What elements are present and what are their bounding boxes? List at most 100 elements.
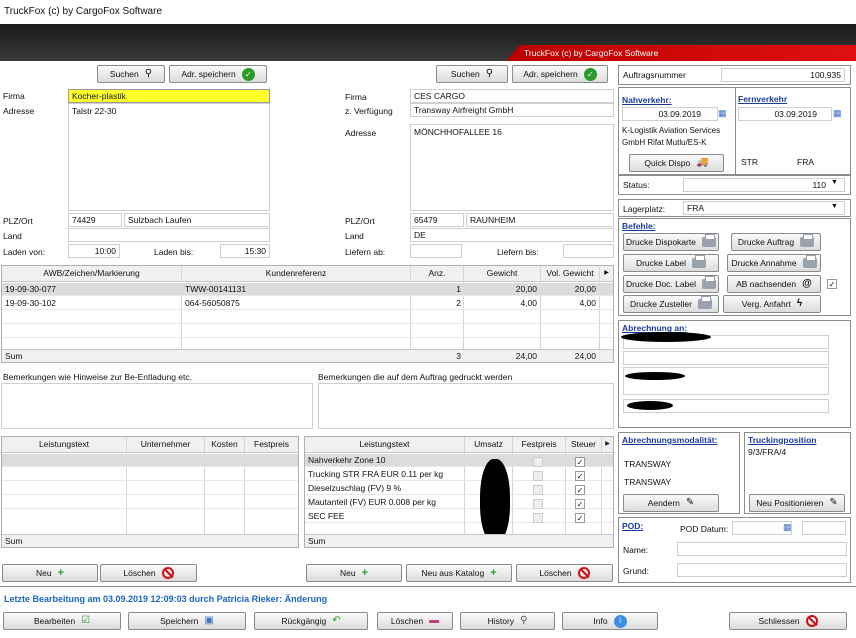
revenue-table[interactable]: Leistungstext Umsatz Festpreis Steuer ▶ … bbox=[304, 436, 614, 548]
col-leistungstext[interactable]: Leistungstext bbox=[305, 437, 465, 453]
shipper-plz-input[interactable]: 74429 bbox=[68, 213, 122, 227]
fernverkehr-date-input[interactable]: 03.09.2019 bbox=[738, 107, 832, 121]
history-button[interactable]: History ⚲ bbox=[460, 612, 555, 630]
revenue-new-button[interactable]: Neu + bbox=[306, 564, 402, 582]
festpreis-checkbox[interactable] bbox=[533, 471, 543, 481]
consignee-search-button[interactable]: Suchen ⚲ bbox=[436, 65, 508, 83]
ab-nachsenden-checkbox[interactable]: ✓ bbox=[827, 279, 837, 289]
laden-von-input[interactable]: 10:00 bbox=[68, 244, 120, 258]
shipper-adresse-input[interactable]: Talstr 22-30 bbox=[68, 103, 270, 211]
pod-grund-input[interactable] bbox=[677, 563, 847, 577]
chevron-down-icon[interactable]: ▼ bbox=[831, 179, 838, 186]
table-row[interactable] bbox=[2, 496, 298, 509]
drucke-dispokarte-button[interactable]: Drucke Dispokarte bbox=[623, 233, 719, 251]
festpreis-checkbox[interactable] bbox=[533, 513, 543, 523]
consignee-zverf-input[interactable]: Transway Airfreight GmbH bbox=[410, 103, 614, 117]
liefern-bis-input[interactable] bbox=[563, 244, 614, 258]
ab-nachsenden-button[interactable]: AB nachsenden @ bbox=[727, 275, 821, 293]
scroll-right-icon[interactable]: ▶ bbox=[600, 266, 613, 282]
verg-anfahrt-button[interactable]: Verg. Anfahrt ϟ bbox=[723, 295, 821, 313]
table-row[interactable] bbox=[2, 325, 613, 338]
rueckgaengig-button[interactable]: Rückgängig ↶ bbox=[254, 612, 368, 630]
shipper-ort-input[interactable]: Sulzbach Laufen bbox=[124, 213, 270, 227]
steuer-checkbox[interactable]: ✓ bbox=[575, 471, 585, 481]
items-table[interactable]: AWB/Zeichen/Markierung Kundenreferenz An… bbox=[1, 265, 614, 363]
remarks-left-input[interactable] bbox=[1, 383, 313, 429]
table-row[interactable] bbox=[2, 454, 298, 467]
nahverkehr-date-input[interactable]: 03.09.2019 bbox=[622, 107, 718, 121]
col-festpreis[interactable]: Festpreis bbox=[245, 437, 298, 453]
loeschen-button[interactable]: Löschen ▬ bbox=[377, 612, 453, 630]
drucke-doc-label-button[interactable]: Drucke Doc. Label bbox=[623, 275, 719, 293]
neu-positionieren-button[interactable]: Neu Positionieren ✎ bbox=[749, 494, 845, 512]
col-gewicht[interactable]: Gewicht bbox=[464, 266, 541, 282]
quick-dispo-button[interactable]: Quick Dispo 🚚 bbox=[629, 154, 724, 172]
festpreis-checkbox[interactable] bbox=[533, 499, 543, 509]
col-anz[interactable]: Anz. bbox=[411, 266, 464, 282]
chevron-down-icon[interactable]: ▼ bbox=[831, 203, 838, 210]
consignee-land-input[interactable]: DE bbox=[410, 228, 614, 242]
fernverkehr-link[interactable]: Fernverkehr bbox=[738, 94, 787, 104]
drucke-zusteller-button[interactable]: Drucke Zusteller bbox=[623, 295, 719, 313]
costs-table[interactable]: Leistungstext Unternehmer Kosten Festpre… bbox=[1, 436, 299, 548]
steuer-checkbox[interactable]: ✓ bbox=[575, 485, 585, 495]
calendar-icon[interactable]: ▦ bbox=[783, 522, 792, 533]
consignee-save-address-button[interactable]: Adr. speichern ✓ bbox=[512, 65, 608, 83]
col-leistungstext[interactable]: Leistungstext bbox=[2, 437, 127, 453]
consignee-plz-input[interactable]: 65479 bbox=[410, 213, 464, 227]
steuer-checkbox[interactable]: ✓ bbox=[575, 513, 585, 523]
festpreis-checkbox[interactable] bbox=[533, 457, 543, 467]
lagerplatz-select[interactable]: FRA bbox=[683, 201, 845, 215]
costs-delete-button[interactable]: Löschen bbox=[100, 564, 197, 582]
consignee-ort-input[interactable]: RAUNHEIM bbox=[466, 213, 614, 227]
pod-time-input[interactable] bbox=[802, 521, 846, 535]
pod-name-input[interactable] bbox=[677, 542, 847, 556]
col-kundenreferenz[interactable]: Kundenreferenz bbox=[182, 266, 411, 282]
table-row[interactable]: 19-09-30-077 TWW-00141131 1 20,00 20,00 bbox=[2, 283, 613, 296]
laden-bis-input[interactable]: 15:30 bbox=[220, 244, 270, 258]
table-row[interactable]: SEC FEE bbox=[305, 510, 613, 523]
table-row[interactable]: Trucking STR FRA EUR 0.11 per kg bbox=[305, 468, 613, 481]
table-row[interactable]: 19-09-30-102 064-56050875 2 4,00 4,00 bbox=[2, 297, 613, 310]
col-umsatz[interactable]: Umsatz bbox=[465, 437, 513, 453]
table-row[interactable] bbox=[2, 482, 298, 495]
auftragsnummer-input[interactable]: 100.935 bbox=[721, 68, 845, 82]
liefern-ab-input[interactable] bbox=[410, 244, 462, 258]
shipper-search-button[interactable]: Suchen ⚲ bbox=[97, 65, 165, 83]
calendar-icon[interactable]: ▦ bbox=[833, 108, 842, 119]
col-steuer[interactable]: Steuer bbox=[566, 437, 602, 453]
calendar-icon[interactable]: ▦ bbox=[718, 108, 727, 119]
bearbeiten-button[interactable]: Bearbeiten ☑ bbox=[3, 612, 121, 630]
festpreis-checkbox[interactable] bbox=[533, 485, 543, 495]
modalitaet-title[interactable]: Abrechnungsmodalität: bbox=[622, 435, 717, 445]
revenue-delete-button[interactable]: Löschen bbox=[516, 564, 613, 582]
col-vol-gewicht[interactable]: Vol. Gewicht bbox=[541, 266, 600, 282]
new-from-catalog-button[interactable]: Neu aus Katalog + bbox=[406, 564, 512, 582]
info-button[interactable]: Info i bbox=[562, 612, 658, 630]
col-awb[interactable]: AWB/Zeichen/Markierung bbox=[2, 266, 182, 282]
table-row[interactable]: Nahverkehr Zone 10 bbox=[305, 454, 613, 467]
table-row[interactable] bbox=[2, 468, 298, 481]
abrechnung-line-2[interactable] bbox=[623, 351, 829, 365]
drucke-label-button[interactable]: Drucke Label bbox=[623, 254, 719, 272]
nahverkehr-link[interactable]: Nahverkehr: bbox=[622, 95, 672, 105]
table-row[interactable]: Mautanteil (FV) EUR 0.008 per kg bbox=[305, 496, 613, 509]
steuer-checkbox[interactable]: ✓ bbox=[575, 499, 585, 509]
scroll-right-icon[interactable]: ▶ bbox=[602, 437, 613, 453]
col-festpreis[interactable]: Festpreis bbox=[513, 437, 566, 453]
speichern-button[interactable]: Speichern ▣ bbox=[128, 612, 246, 630]
costs-new-button[interactable]: Neu + bbox=[2, 564, 98, 582]
shipper-save-address-button[interactable]: Adr. speichern ✓ bbox=[169, 65, 267, 83]
aendern-button[interactable]: Aendern ✎ bbox=[623, 494, 719, 512]
trucking-title[interactable]: Truckingposition bbox=[748, 435, 816, 445]
status-select[interactable]: 110 bbox=[683, 178, 845, 192]
consignee-firma-input[interactable]: CES CARGO bbox=[410, 89, 614, 103]
schliessen-button[interactable]: Schliessen bbox=[729, 612, 847, 630]
table-row[interactable] bbox=[2, 311, 613, 324]
remarks-right-input[interactable] bbox=[318, 383, 614, 429]
shipper-firma-input[interactable]: Kocher-plastik bbox=[68, 89, 270, 103]
table-row[interactable]: Dieselzuschlag (FV) 9 % bbox=[305, 482, 613, 495]
steuer-checkbox[interactable]: ✓ bbox=[575, 457, 585, 467]
drucke-annahme-button[interactable]: Drucke Annahme bbox=[727, 254, 821, 272]
drucke-auftrag-button[interactable]: Drucke Auftrag bbox=[731, 233, 821, 251]
